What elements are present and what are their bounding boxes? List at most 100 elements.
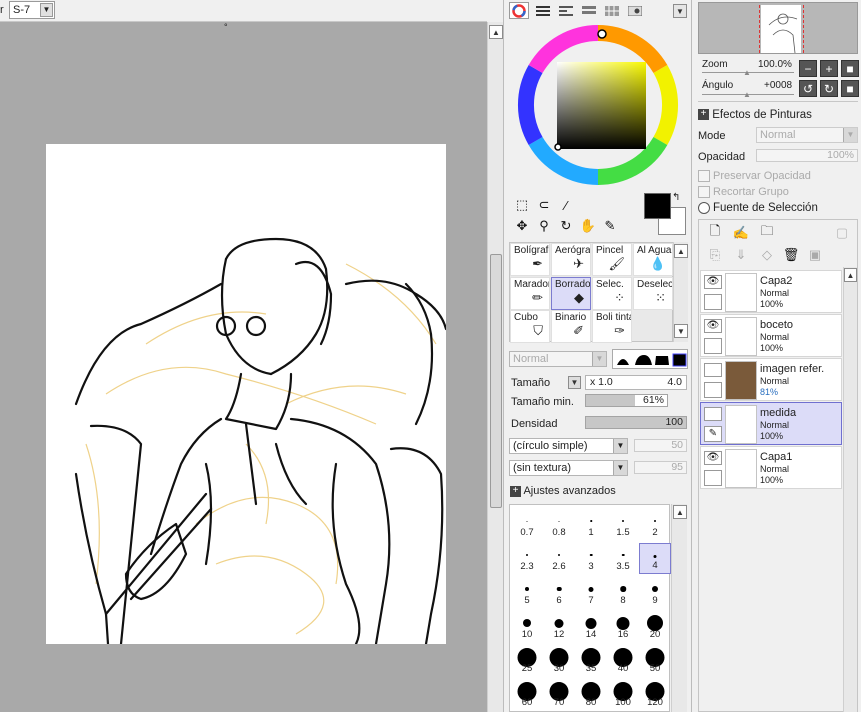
layer-row[interactable]: 👁 boceto Normal 100% bbox=[700, 314, 842, 357]
chevron-down-icon[interactable]: ▼ bbox=[40, 3, 53, 17]
brush-size-option[interactable]: 1 bbox=[575, 509, 607, 540]
brush-size-option[interactable]: 35 bbox=[575, 645, 607, 676]
texture-strength-slider[interactable]: 95 bbox=[634, 461, 687, 474]
scroll-down-icon[interactable]: ▼ bbox=[674, 324, 688, 338]
density-slider[interactable]: 100 bbox=[585, 416, 687, 429]
size-field[interactable]: x 1.0 4.0 bbox=[585, 375, 687, 390]
brush-size-option[interactable]: 14 bbox=[575, 611, 607, 642]
stabilizer-select[interactable]: S-7 ▼ bbox=[9, 1, 55, 19]
new-vector-layer-icon[interactable]: ✍ bbox=[731, 224, 751, 242]
brush-size-option[interactable]: 9 bbox=[639, 577, 671, 608]
pen-edit-icon[interactable]: ✎ bbox=[704, 426, 722, 442]
clip-group-checkbox[interactable]: Recortar Grupo bbox=[698, 186, 789, 199]
color-wheel[interactable] bbox=[516, 23, 680, 187]
zoom-out-icon[interactable]: − bbox=[799, 60, 817, 77]
primary-color-swatch[interactable] bbox=[644, 193, 671, 219]
brush-size-option[interactable]: 40 bbox=[607, 645, 639, 676]
rotate-left-icon[interactable]: ↺ bbox=[799, 80, 817, 97]
scratchpad-tab-icon[interactable] bbox=[625, 2, 645, 19]
scroll-up-icon[interactable]: ▲ bbox=[674, 244, 688, 258]
color-wheel-tab-icon[interactable] bbox=[509, 2, 529, 19]
paint-effects-toggle[interactable]: + Efectos de Pinturas bbox=[698, 109, 812, 121]
rotate-reset-icon[interactable]: ■ bbox=[841, 80, 859, 97]
navigator-preview[interactable] bbox=[698, 2, 858, 54]
zoom-slider-handle[interactable]: ▲ bbox=[743, 68, 751, 77]
hsv-slider-tab-icon[interactable] bbox=[556, 2, 576, 19]
brush-grid-scrollbar[interactable]: ▲ ▼ bbox=[673, 242, 688, 342]
magic-wand-icon[interactable]: ⁄ bbox=[556, 196, 576, 214]
panel-menu-icon[interactable]: ▼ bbox=[673, 4, 687, 18]
brush-tool-brush[interactable]: Pincel 🖌 bbox=[592, 243, 632, 276]
eyedropper-icon[interactable]: ✎ bbox=[600, 217, 620, 235]
merge-down-icon[interactable]: ⇓ bbox=[731, 246, 751, 264]
eye-icon[interactable]: 👁 bbox=[704, 319, 722, 333]
scroll-up-icon[interactable]: ▲ bbox=[489, 25, 503, 39]
brush-size-option[interactable]: 10 bbox=[511, 611, 543, 642]
brush-tool-binary[interactable]: Binario ✐ bbox=[551, 310, 591, 343]
brush-size-option[interactable]: 60 bbox=[511, 679, 543, 710]
swatches-tab-icon[interactable] bbox=[602, 2, 622, 19]
scroll-thumb[interactable] bbox=[490, 254, 502, 508]
layer-lock-icon[interactable] bbox=[704, 382, 722, 398]
clear-layer-icon[interactable]: ◇ bbox=[757, 246, 777, 264]
layer-opacity-slider[interactable]: 100% bbox=[756, 149, 858, 162]
brush-size-option[interactable]: 100 bbox=[607, 679, 639, 710]
layer-lock-icon[interactable] bbox=[704, 470, 722, 486]
brush-tool-ink[interactable]: Boli tinta ✑ bbox=[592, 310, 632, 343]
layer-row[interactable]: imagen refer. Normal 81% bbox=[700, 358, 842, 401]
brush-tool-marker[interactable]: Marador ✏ bbox=[510, 277, 550, 310]
shape-strength-slider[interactable]: 50 bbox=[634, 439, 687, 452]
size-grid-scrollbar[interactable]: ▲ bbox=[671, 504, 687, 712]
brush-blend-mode-select[interactable]: Normal ▼ bbox=[509, 351, 607, 367]
brush-size-option[interactable]: 8 bbox=[607, 577, 639, 608]
brush-shape-select[interactable]: (círculo simple) ▼ bbox=[509, 438, 628, 454]
brush-size-option[interactable]: 3.5 bbox=[607, 543, 639, 574]
rotate-icon[interactable]: ↻ bbox=[556, 217, 576, 235]
new-folder-icon[interactable]: 🗀 bbox=[757, 223, 777, 242]
brush-size-option[interactable]: 0.8 bbox=[543, 509, 575, 540]
preserve-opacity-checkbox[interactable]: Preservar Opacidad bbox=[698, 170, 811, 183]
layer-row[interactable]: 👁 Capa1 Normal 100% bbox=[700, 446, 842, 489]
rotate-right-icon[interactable]: ↻ bbox=[820, 80, 838, 97]
selection-source-checkbox[interactable]: Fuente de Selección bbox=[698, 202, 818, 214]
brush-size-option[interactable]: 25 bbox=[511, 645, 543, 676]
brush-size-option[interactable]: 7 bbox=[575, 577, 607, 608]
layer-lock-icon[interactable] bbox=[704, 338, 722, 354]
brush-size-option[interactable]: 16 bbox=[607, 611, 639, 642]
scroll-up-icon[interactable]: ▲ bbox=[673, 505, 687, 519]
rgb-slider-tab-icon[interactable] bbox=[533, 2, 553, 19]
layer-mask-icon[interactable]: ▣ bbox=[805, 246, 825, 264]
brush-size-option[interactable]: 2.6 bbox=[543, 543, 575, 574]
mixer-tab-icon[interactable] bbox=[579, 2, 599, 19]
size-options-icon[interactable]: ▼ bbox=[568, 376, 581, 389]
rect-select-icon[interactable]: ⬚ bbox=[512, 196, 532, 214]
brush-size-option[interactable]: 80 bbox=[575, 679, 607, 710]
zoom-reset-icon[interactable]: ■ bbox=[841, 60, 859, 77]
new-layer-icon[interactable]: 🗋 bbox=[705, 223, 725, 242]
canvas-scrollbar[interactable]: ▲ bbox=[487, 22, 503, 712]
copy-layer-icon[interactable]: ⎘ bbox=[705, 246, 725, 264]
brush-size-option[interactable]: 1.5 bbox=[607, 509, 639, 540]
brush-size-option[interactable]: 5 bbox=[511, 577, 543, 608]
layer-action-disabled-icon[interactable]: ▢ bbox=[832, 224, 852, 242]
angle-slider-handle[interactable]: ▲ bbox=[743, 90, 751, 99]
brush-tool-select[interactable]: Selec. ⁘ bbox=[592, 277, 632, 310]
brush-size-option[interactable]: 50 bbox=[639, 645, 671, 676]
brush-size-option[interactable]: 120 bbox=[639, 679, 671, 710]
brush-size-option[interactable]: 6 bbox=[543, 577, 575, 608]
brush-edge-selector[interactable] bbox=[612, 349, 688, 369]
brush-size-option[interactable]: 4 bbox=[639, 543, 671, 574]
brush-size-option[interactable]: 70 bbox=[543, 679, 575, 710]
layer-row[interactable]: ✎ medida Normal 100% bbox=[700, 402, 842, 445]
eye-icon[interactable] bbox=[704, 407, 722, 421]
brush-tool-pen[interactable]: Bolígrafo✒ bbox=[510, 243, 550, 276]
drawing-canvas[interactable] bbox=[46, 144, 448, 646]
brush-tool-airbrush[interactable]: Aerógraf ✈ bbox=[551, 243, 591, 276]
layer-row[interactable]: 👁 Capa2 Normal 100% bbox=[700, 270, 842, 313]
eye-icon[interactable]: 👁 bbox=[704, 451, 722, 465]
eye-icon[interactable]: 👁 bbox=[704, 275, 722, 289]
zoom-in-icon[interactable]: + bbox=[820, 60, 838, 77]
zoom-icon[interactable]: ⚲ bbox=[534, 217, 554, 235]
brush-tool-deselect[interactable]: Deselec. ⁙ bbox=[633, 277, 673, 310]
brush-texture-select[interactable]: (sin textura) ▼ bbox=[509, 460, 628, 476]
